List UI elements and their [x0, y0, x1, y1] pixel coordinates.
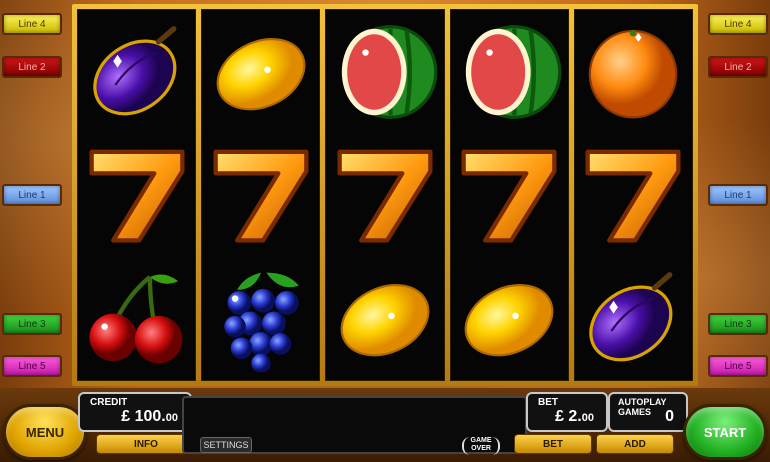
watermelon-icon [454, 17, 564, 127]
lemon-icon [330, 263, 440, 373]
bet-panel: BET £ 2.00 [526, 392, 608, 432]
grapes-icon [206, 263, 316, 373]
seven-icon [206, 140, 316, 250]
plum-icon [82, 17, 192, 127]
line-indicator-1-left: Line 1 [2, 184, 62, 206]
seven-icon [82, 140, 192, 250]
plum-icon [578, 263, 688, 373]
seven-icon [454, 140, 564, 250]
cherries-icon [82, 263, 192, 373]
watermelon-icon [330, 17, 440, 127]
reel-4 [449, 9, 569, 381]
credit-label: CREDIT [90, 397, 128, 408]
settings-button[interactable]: SETTINGS [200, 437, 252, 453]
autoplay-value: 0 [665, 408, 674, 425]
reel-5 [573, 9, 694, 381]
start-button[interactable]: START [683, 404, 767, 460]
line-indicator-5-right: Line 5 [708, 355, 768, 377]
line-indicator-4-right: Line 4 [708, 13, 768, 35]
seven-icon [330, 140, 440, 250]
seven-icon [578, 140, 688, 250]
reel-frame [72, 4, 698, 386]
line-indicator-1-right: Line 1 [708, 184, 768, 206]
autoplay-label: AUTOPLAY GAMES [618, 397, 667, 417]
line-indicator-4-left: Line 4 [2, 13, 62, 35]
autoplay-panel: AUTOPLAY GAMES 0 [608, 392, 688, 432]
reels-area [77, 9, 694, 381]
reel-3 [325, 9, 445, 381]
add-button[interactable]: ADD [596, 434, 674, 454]
lemon-icon [206, 17, 316, 127]
bet-value: £ 2.00 [555, 408, 594, 425]
bet-button[interactable]: BET [514, 434, 592, 454]
line-indicator-5-left: Line 5 [2, 355, 62, 377]
bet-label: BET [538, 397, 558, 408]
line-indicator-3-left: Line 3 [2, 313, 62, 335]
line-indicator-3-right: Line 3 [708, 313, 768, 335]
info-button[interactable]: INFO [96, 434, 196, 454]
credit-panel: CREDIT £ 100.00 [78, 392, 192, 432]
reel-1 [77, 9, 197, 381]
line-indicator-2-left: Line 2 [2, 56, 62, 78]
menu-button[interactable]: MENU [3, 404, 87, 460]
game-over-indicator: GAME OVER [462, 437, 500, 455]
reel-2 [201, 9, 321, 381]
line-indicator-2-right: Line 2 [708, 56, 768, 78]
credit-value: £ 100.00 [121, 408, 178, 425]
orange-icon [578, 17, 688, 127]
lemon-icon [454, 263, 564, 373]
